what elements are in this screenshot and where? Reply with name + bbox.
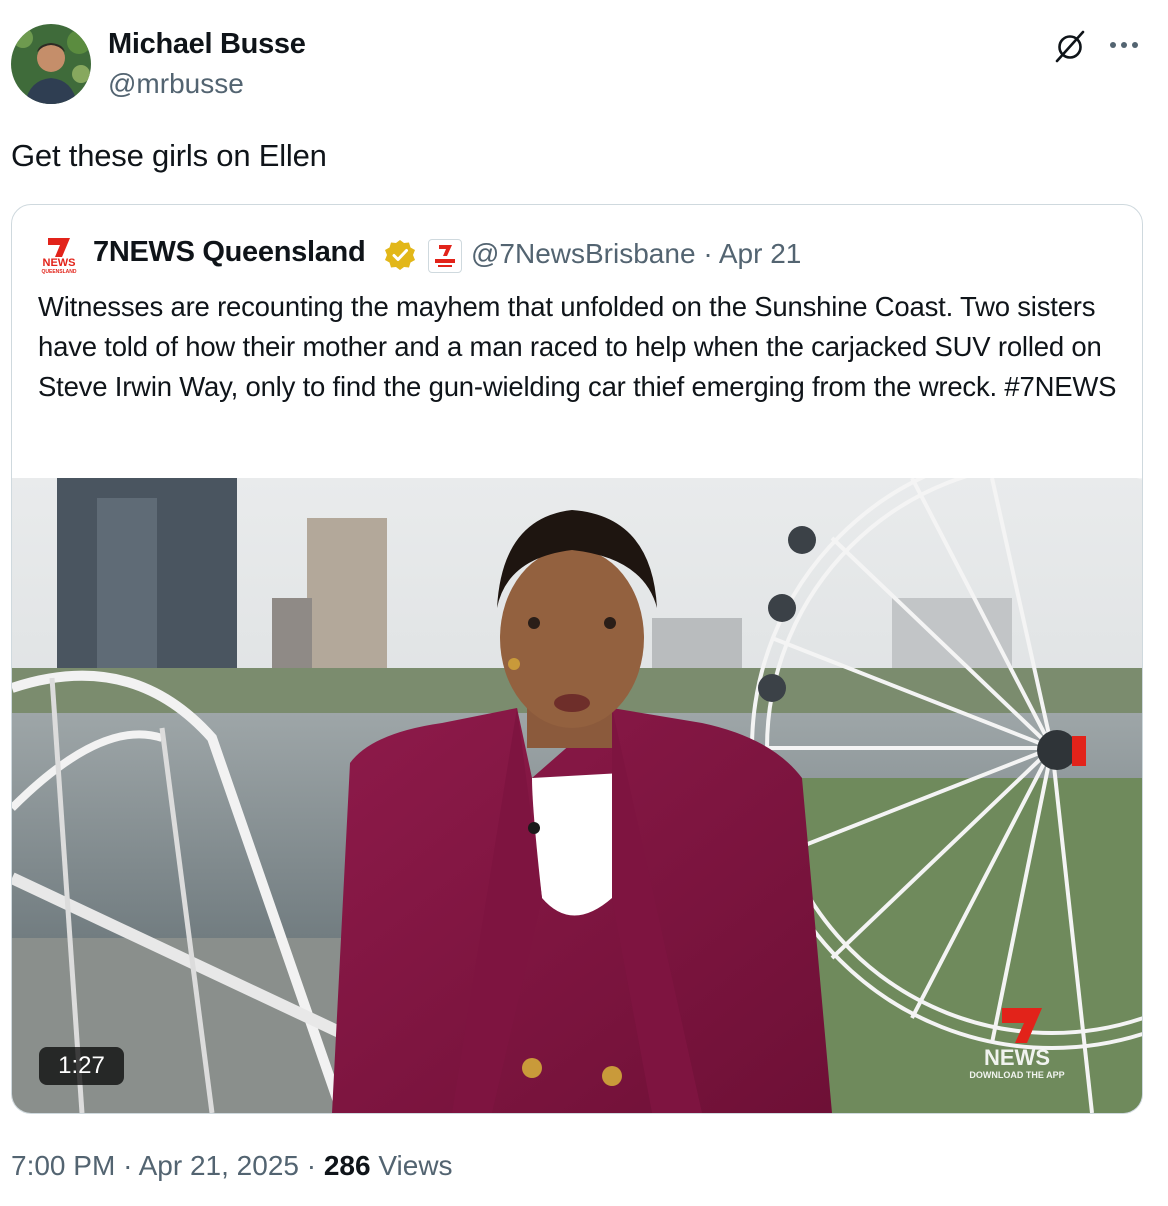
author-avatar[interactable] [11,24,91,104]
grok-slash-icon[interactable] [1050,26,1090,66]
quoted-tweet-text: Witnesses are recounting the mayhem that… [38,291,1117,402]
quoted-author-name[interactable]: 7NEWS Queensland [93,236,366,269]
gold-verified-badge-icon[interactable] [383,238,417,272]
quoted-handle[interactable]: @7NewsBrisbane [471,238,696,269]
watermark-subtext: DOWNLOAD THE APP [969,1070,1064,1080]
tweet-timestamp-views: 7:00 PM · Apr 21, 2025 · 286 Views [11,1150,453,1182]
footer-separator: · [123,1150,133,1181]
video-player[interactable]: NEWS DOWNLOAD THE APP [12,446,1142,1113]
tweet-date[interactable]: Apr 21, 2025 [139,1150,299,1181]
views-label: Views [378,1150,453,1181]
author-name[interactable]: Michael Busse [108,28,306,61]
quoted-handle-date[interactable]: @7NewsBrisbane · Apr 21 [471,238,801,270]
tweet-time[interactable]: 7:00 PM [11,1150,115,1181]
watermark-text: NEWS [984,1045,1050,1070]
7news-queensland-logo[interactable]: NEWS QUEENSLAND [36,235,82,275]
quoted-tweet-card[interactable]: NEWS QUEENSLAND 7NEWS Queensland @7NewsB… [11,204,1143,1114]
author-handle[interactable]: @mrbusse [108,68,244,100]
views-count: 286 [323,1150,371,1181]
footer-separator: · [306,1150,317,1181]
video-duration-badge: 1:27 [39,1047,124,1085]
tweet-text: Get these girls on Ellen [11,138,327,173]
affiliate-badge-icon[interactable] [428,239,462,273]
meta-separator: · [703,238,713,269]
logo-text: NEWS [43,257,76,269]
quoted-date[interactable]: Apr 21 [719,238,802,269]
logo-subtext: QUEENSLAND [41,269,76,275]
more-horizontal-icon[interactable] [1106,30,1142,60]
